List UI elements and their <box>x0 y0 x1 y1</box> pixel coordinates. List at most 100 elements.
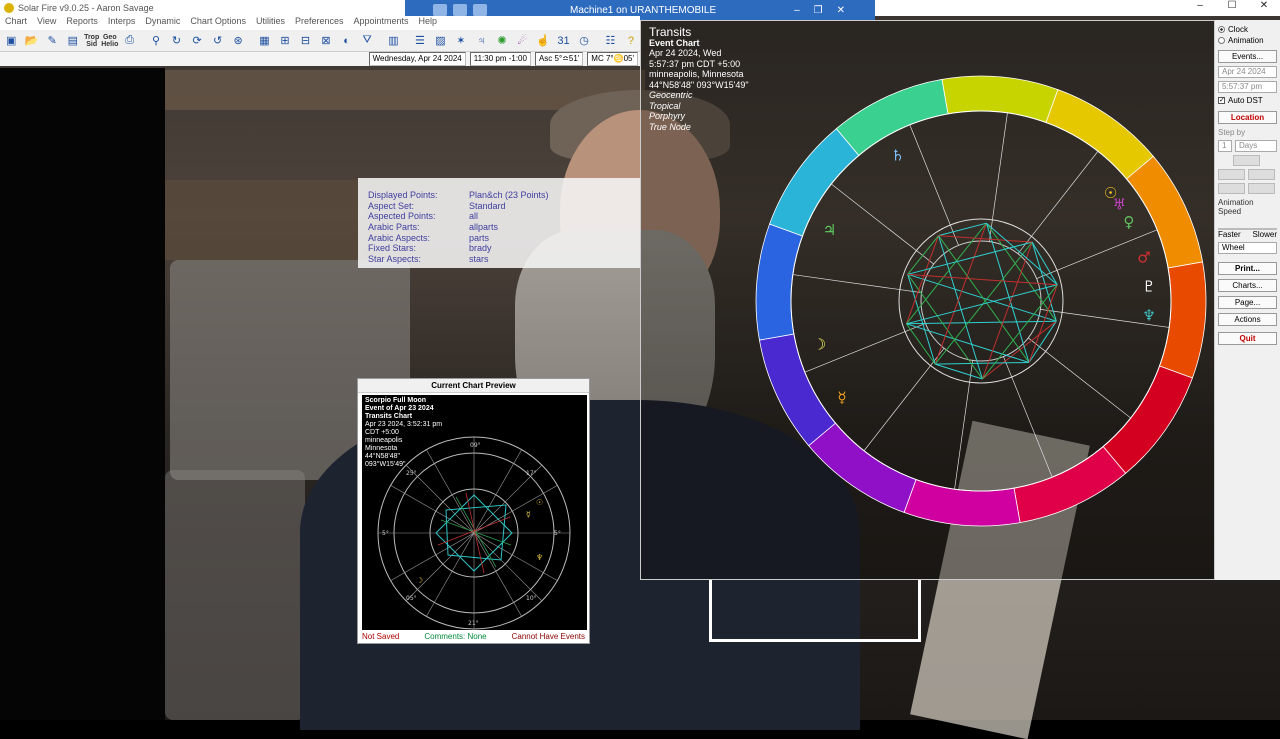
planet-glyph: ♇ <box>1142 277 1155 295</box>
graph-icon[interactable]: ⊠ <box>317 32 336 50</box>
edit-chart-icon[interactable]: ✎ <box>43 32 62 50</box>
preview-type: Transits Chart <box>365 413 413 420</box>
displayed-points-value: Plan&ch (23 Points) <box>469 190 549 200</box>
arabic-parts-value: allparts <box>469 222 499 233</box>
planets-icon[interactable]: ♃ <box>472 32 491 50</box>
refresh-icon[interactable]: ⟳ <box>188 32 207 50</box>
time-field[interactable]: 5:57:37 pm <box>1218 81 1277 93</box>
planet-glyph: ☽ <box>813 335 826 353</box>
settings-list-icon[interactable]: ☷ <box>601 32 620 50</box>
step-back-button[interactable] <box>1218 169 1245 180</box>
menu-reports[interactable]: Reports <box>61 16 103 30</box>
aspect-line <box>986 222 1058 286</box>
calendar-icon[interactable]: 31 <box>554 32 573 50</box>
menu-preferences[interactable]: Preferences <box>290 16 349 30</box>
preview-chart: Scorpio Full Moon Event of Apr 23 2024 T… <box>362 395 587 630</box>
globe-icon[interactable]: ◐ <box>337 32 356 50</box>
zodiac-sign-segment <box>1045 89 1154 180</box>
star-aspects-label: Star Aspects: <box>368 254 422 265</box>
clock-icon[interactable]: ◷ <box>575 32 594 50</box>
step-value-field[interactable]: 1 <box>1218 140 1232 152</box>
open-file-icon[interactable]: 📂 <box>23 32 42 50</box>
location-button[interactable]: Location <box>1218 111 1277 124</box>
print-button[interactable]: Print... <box>1218 262 1277 275</box>
menu-chart-options[interactable]: Chart Options <box>185 16 251 30</box>
wheel-select[interactable]: Wheel <box>1218 242 1277 254</box>
lock-icon[interactable] <box>453 4 467 16</box>
status-asc: Asc 5°≏51' <box>534 52 584 66</box>
svg-text:♆: ♆ <box>536 553 543 562</box>
step-by-label: Step by <box>1218 128 1246 137</box>
chart-houses: Porphyry <box>649 111 686 121</box>
aspected-points-label: Aspected Points: <box>368 211 436 222</box>
remote-restore-button[interactable]: ❐ <box>814 5 823 16</box>
list-icon[interactable]: ☰ <box>411 32 430 50</box>
actions-button[interactable]: Actions <box>1218 313 1277 326</box>
image-icon[interactable]: ▨ <box>431 32 450 50</box>
house-cusp-line <box>831 183 934 265</box>
menu-chart[interactable]: Chart <box>0 16 32 30</box>
stop-button[interactable] <box>1233 155 1260 166</box>
wheel-icon[interactable]: ⊛ <box>229 32 248 50</box>
zodiac-sign-segment <box>769 128 860 237</box>
view-wheel-icon[interactable]: ⊞ <box>276 32 295 50</box>
rotate-icon[interactable]: ↺ <box>208 32 227 50</box>
help-icon[interactable]: ? <box>622 32 641 50</box>
events-button[interactable]: Events... <box>1218 50 1277 63</box>
date-field[interactable]: Apr 24 2024 <box>1218 66 1277 78</box>
speed-slider[interactable] <box>1218 220 1277 230</box>
play-back-button[interactable] <box>1218 183 1245 194</box>
status-time: 11:30 pm -1:00 <box>469 52 531 66</box>
aspect-line <box>981 241 1033 380</box>
close-button[interactable]: ✕ <box>1248 0 1280 11</box>
animation-radio[interactable]: Animation <box>1218 35 1277 46</box>
filter-icon[interactable]: ⛛ <box>358 32 377 50</box>
binoculars-icon[interactable]: ⚲ <box>147 32 166 50</box>
quit-button[interactable]: Quit <box>1218 332 1277 345</box>
menu-dynamic[interactable]: Dynamic <box>140 16 185 30</box>
minimize-button[interactable]: – <box>1184 0 1216 11</box>
clock-radio[interactable]: Clock <box>1218 24 1277 35</box>
new-chart-icon[interactable]: ▣ <box>2 32 21 50</box>
chart-system: Geocentric <box>649 90 693 100</box>
zodiac-wheel: ☉♅♀♂♇♆☽♃♄☿ <box>755 75 1207 527</box>
chart-preview-window[interactable]: Current Chart Preview Scorpio Full Moon … <box>357 378 590 644</box>
menu-utilities[interactable]: Utilities <box>251 16 290 30</box>
remote-minimize-button[interactable]: – <box>794 5 800 16</box>
hand-icon[interactable]: ☝ <box>534 32 553 50</box>
maximize-button[interactable]: ☐ <box>1216 0 1248 11</box>
menu-view[interactable]: View <box>32 16 61 30</box>
play-forward-button[interactable] <box>1248 183 1275 194</box>
comet-icon[interactable]: ☄ <box>513 32 532 50</box>
zodiac-sign-segment <box>1159 261 1207 379</box>
chart-place: minneapolis, Minnesota <box>649 69 744 79</box>
house-cusp-line <box>1028 337 1131 419</box>
grid-icon[interactable]: ▦ <box>255 32 274 50</box>
geo-helio-button[interactable]: Geo Helio <box>101 34 118 48</box>
arabic-parts-label: Arabic Parts: <box>368 222 420 233</box>
charts-button[interactable]: Charts... <box>1218 279 1277 292</box>
animation-speed-label: Animation Speed <box>1218 198 1254 216</box>
transits-chart-window[interactable]: Transits Event Chart Apr 24 2024, Wed 5:… <box>640 20 1215 580</box>
menu-appointments[interactable]: Appointments <box>349 16 414 30</box>
trop-sid-button[interactable]: Trop Sid <box>84 34 99 48</box>
menu-interps[interactable]: Interps <box>103 16 141 30</box>
chart-time: 5:57:37 pm CDT +5:00 <box>649 58 741 69</box>
calculator-icon[interactable]: ▥ <box>384 32 403 50</box>
svg-text:☽: ☽ <box>416 576 423 585</box>
remote-close-button[interactable]: ✕ <box>837 5 845 16</box>
page-button[interactable]: Page... <box>1218 296 1277 309</box>
constellation-icon[interactable]: ✶ <box>452 32 471 50</box>
auto-dst-checkbox[interactable]: ✓ Auto DST <box>1218 96 1277 105</box>
biwheel-icon[interactable]: ⊟ <box>296 32 315 50</box>
save-chart-icon[interactable]: ▤ <box>64 32 83 50</box>
cycle-icon[interactable]: ↻ <box>167 32 186 50</box>
print-icon[interactable]: ⎙ <box>120 32 139 50</box>
app-title: Solar Fire v9.0.25 - Aaron Savage <box>18 3 154 13</box>
step-unit-select[interactable]: Days <box>1235 140 1277 152</box>
pin-icon[interactable] <box>433 4 447 16</box>
svg-text:09°: 09° <box>470 442 481 449</box>
step-forward-button[interactable] <box>1248 169 1275 180</box>
sun-icon[interactable]: ✺ <box>493 32 512 50</box>
menu-help[interactable]: Help <box>414 16 443 30</box>
